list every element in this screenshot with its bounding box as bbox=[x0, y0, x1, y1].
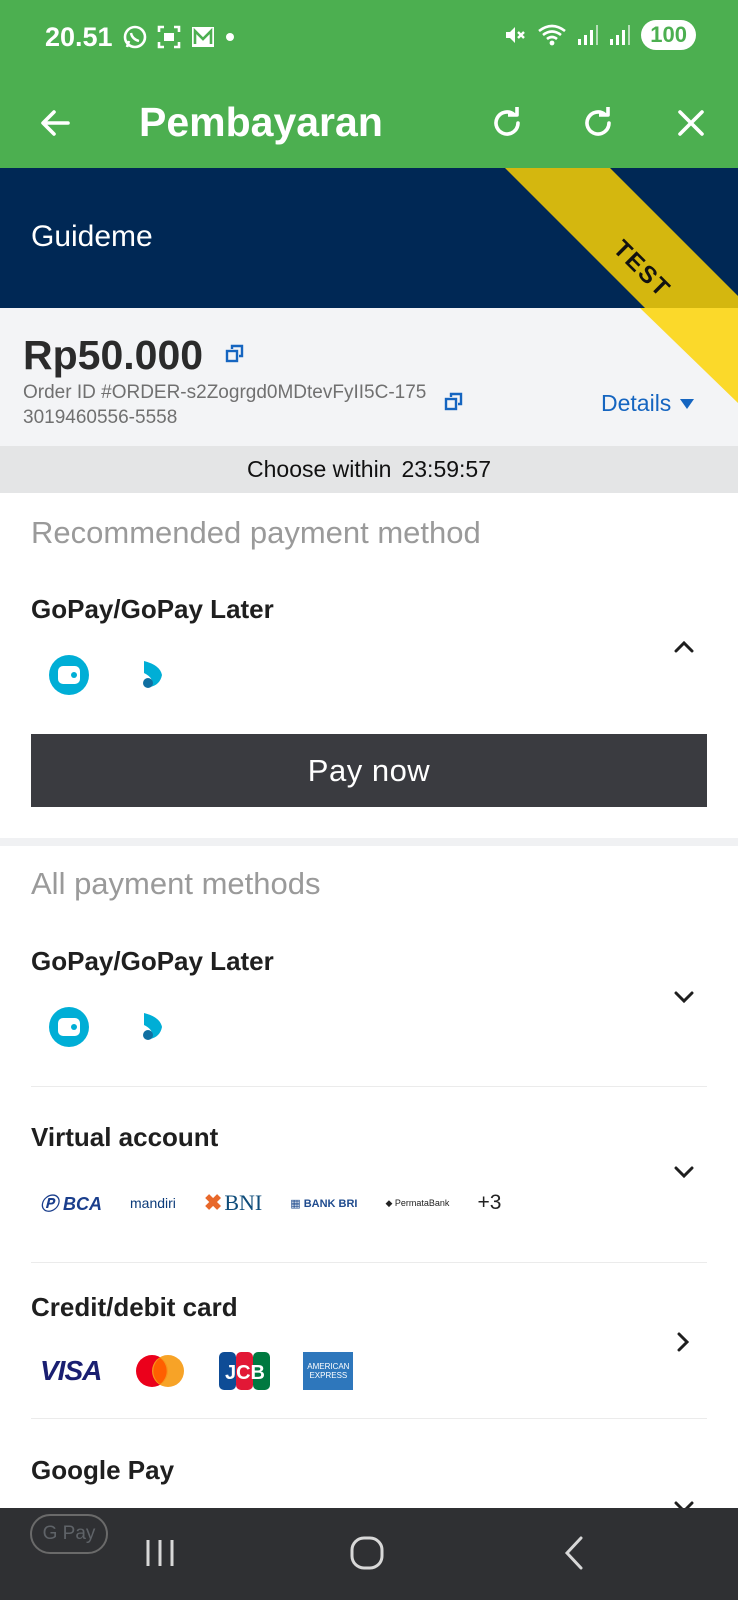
app-bar: Pembayaran bbox=[0, 78, 738, 168]
chevron-down-icon bbox=[674, 1166, 694, 1179]
jcb-logo: JCB bbox=[219, 1352, 271, 1390]
copy-icon bbox=[444, 392, 463, 411]
open-card-button[interactable] bbox=[668, 1326, 700, 1358]
method-divider bbox=[31, 1262, 707, 1263]
expand-gopay-button[interactable] bbox=[668, 982, 700, 1014]
status-right-icons: 100 bbox=[503, 20, 696, 50]
recommended-method-title[interactable]: GoPay/GoPay Later bbox=[31, 594, 274, 625]
gopay-later-icon bbox=[143, 661, 162, 688]
payment-timer: Choose within 23:59:57 bbox=[0, 446, 738, 493]
collapse-button[interactable] bbox=[668, 630, 700, 662]
order-summary: Rp50.000 Order ID #ORDER-s2Zogrgd0MDtevF… bbox=[0, 308, 738, 446]
back-nav-button[interactable] bbox=[544, 1528, 604, 1578]
gopay-icon bbox=[49, 655, 89, 695]
method-virtual-account-title[interactable]: Virtual account bbox=[31, 1122, 218, 1153]
status-bar: 20.51 100 bbox=[0, 0, 738, 78]
merchant-name: Guideme bbox=[31, 220, 153, 253]
order-amount: Rp50.000 bbox=[23, 332, 204, 378]
timer-label: Choose within bbox=[247, 456, 392, 482]
pay-now-button[interactable]: Pay now bbox=[31, 734, 707, 807]
chevron-right-icon bbox=[677, 1332, 690, 1352]
status-left-icons bbox=[122, 24, 236, 50]
details-toggle[interactable]: Details bbox=[601, 390, 695, 417]
mastercard-logo bbox=[136, 1355, 185, 1387]
bank-logo-row: Ⓟ BCA mandiri ✖BNI ▦ BANK BRI ◆ PermataB… bbox=[40, 1190, 529, 1216]
order-id: Order ID #ORDER-s2Zogrgd0MDtevFyII5C-175… bbox=[23, 382, 427, 428]
copy-icon bbox=[225, 344, 244, 363]
bri-logo: ▦ BANK BRI bbox=[290, 1197, 358, 1210]
refresh-button[interactable] bbox=[482, 98, 532, 148]
status-time: 20.51 bbox=[45, 22, 113, 52]
merchant-header: Guideme bbox=[0, 168, 738, 308]
page-title: Pembayaran bbox=[139, 99, 383, 145]
recents-icon bbox=[146, 1540, 174, 1566]
all-methods-section-title: All payment methods bbox=[31, 866, 321, 901]
screenshot-icon bbox=[157, 25, 181, 49]
gopay-icon bbox=[49, 1007, 89, 1047]
system-nav-bar bbox=[0, 1508, 738, 1600]
visa-logo: VISA bbox=[40, 1355, 102, 1386]
mandiri-logo: mandiri bbox=[130, 1195, 176, 1211]
dot-icon bbox=[226, 33, 234, 41]
method-google-pay-title[interactable]: Google Pay bbox=[31, 1455, 174, 1486]
bni-logo: ✖BNI bbox=[203, 1190, 263, 1215]
chevron-down-icon bbox=[674, 991, 694, 1004]
home-icon bbox=[350, 1536, 384, 1570]
whatsapp-icon bbox=[123, 25, 147, 49]
caret-down-icon bbox=[680, 398, 695, 409]
back-button[interactable] bbox=[30, 98, 80, 148]
gopay-later-icon bbox=[143, 1013, 162, 1040]
google-pay-badge: G Pay bbox=[30, 1514, 108, 1554]
battery-indicator: 100 bbox=[641, 20, 696, 50]
close-button[interactable] bbox=[666, 98, 716, 148]
copy-amount-button[interactable] bbox=[225, 344, 245, 369]
card-logo-row: VISA JCB AMERICAN EXPRESS bbox=[40, 1352, 385, 1390]
more-banks-count: +3 bbox=[477, 1191, 502, 1214]
recommended-section-title: Recommended payment method bbox=[31, 515, 481, 550]
arrow-back-icon bbox=[41, 110, 70, 136]
refresh-icon bbox=[494, 107, 520, 136]
gmail-icon bbox=[192, 27, 214, 47]
method-divider bbox=[31, 1086, 707, 1087]
timer-value: 23:59:57 bbox=[401, 456, 491, 482]
section-divider bbox=[0, 838, 738, 846]
close-icon bbox=[678, 110, 704, 136]
copy-order-id-button[interactable] bbox=[444, 392, 464, 417]
expand-virtual-account-button[interactable] bbox=[668, 1157, 700, 1189]
amex-logo: AMERICAN EXPRESS bbox=[303, 1352, 354, 1390]
wifi-icon bbox=[538, 24, 567, 46]
method-card-title[interactable]: Credit/debit card bbox=[31, 1292, 238, 1323]
method-divider bbox=[31, 1418, 707, 1419]
details-label: Details bbox=[601, 390, 672, 416]
chevron-up-icon bbox=[674, 640, 694, 653]
home-button[interactable] bbox=[337, 1528, 397, 1578]
refresh-button-2[interactable] bbox=[573, 98, 623, 148]
refresh-icon bbox=[585, 107, 611, 136]
signal-icon-2 bbox=[610, 25, 631, 45]
chevron-left-icon bbox=[564, 1536, 583, 1570]
recents-button[interactable] bbox=[130, 1528, 190, 1578]
bca-logo: Ⓟ BCA bbox=[40, 1194, 103, 1214]
mute-icon bbox=[506, 27, 526, 43]
method-gopay-title[interactable]: GoPay/GoPay Later bbox=[31, 946, 274, 977]
signal-icon bbox=[578, 25, 599, 45]
svg-text:JCB: JCB bbox=[225, 1362, 265, 1384]
permata-logo: ◆ PermataBank bbox=[385, 1197, 450, 1208]
